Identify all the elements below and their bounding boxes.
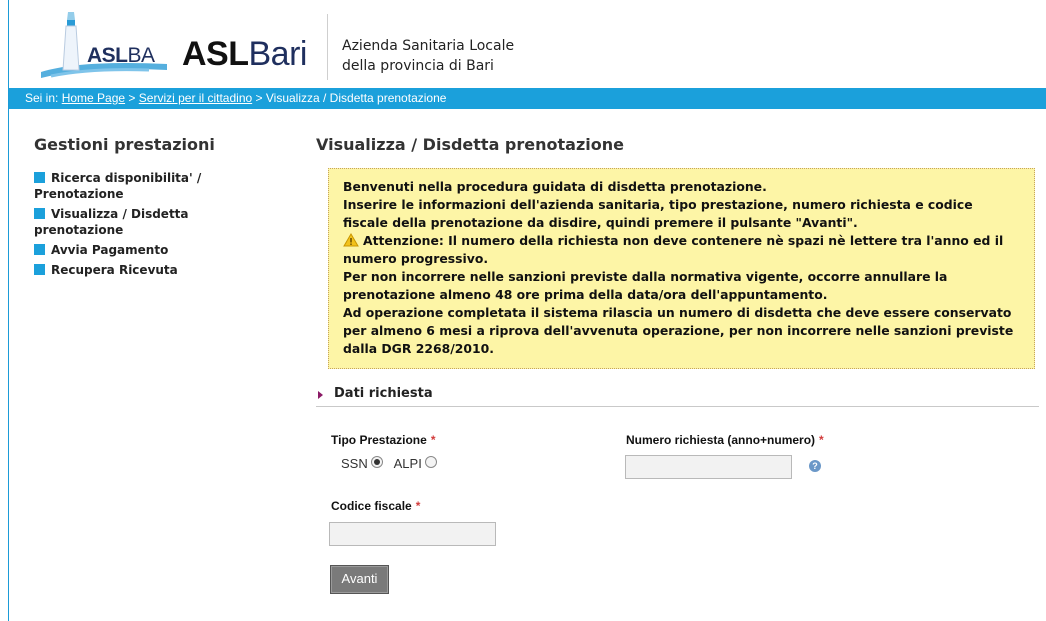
sidebar-item-label: Visualizza / Disdetta prenotazione (34, 207, 189, 237)
square-bullet-icon (34, 244, 45, 255)
sidebar-item-label: Avvia Pagamento (51, 243, 169, 257)
breadcrumb-servizi-link[interactable]: Servizi per il cittadino (139, 91, 252, 105)
codice-fiscale-label: Codice fiscale * (331, 499, 420, 513)
square-bullet-icon (34, 208, 45, 219)
tipo-prestazione-radio-group: SSN ALPI (341, 456, 445, 471)
sidebar-item-label: Recupera Ricevuta (51, 263, 178, 277)
sidebar-item-visualizza[interactable]: Visualizza / Disdetta prenotazione (34, 206, 249, 238)
azienda-line-2: della provincia di Bari (342, 58, 494, 74)
breadcrumb-home-link[interactable]: Home Page (62, 91, 125, 105)
info-notice: Benvenuti nella procedura guidata di dis… (328, 168, 1035, 369)
header-divider (327, 14, 328, 80)
sidebar-item-ricerca[interactable]: Ricerca disponibilita' / Prenotazione (34, 170, 249, 202)
ssn-radio-label: SSN (341, 456, 368, 471)
notice-paragraph: Benvenuti nella procedura guidata di dis… (343, 179, 767, 194)
square-bullet-icon (34, 264, 45, 275)
notice-warning: Attenzione: Il numero della richiesta no… (343, 232, 1020, 268)
codice-fiscale-input[interactable] (329, 522, 496, 546)
azienda-line-1: Azienda Sanitaria Locale (342, 38, 515, 54)
sidebar-title: Gestioni prestazioni (34, 135, 215, 154)
notice-paragraph: Ad operazione completata il sistema rila… (343, 305, 1014, 356)
avanti-button[interactable]: Avanti (330, 565, 389, 594)
warning-icon (343, 233, 359, 247)
tipo-prestazione-label-text: Tipo Prestazione (331, 433, 427, 447)
help-icon[interactable]: ? (809, 460, 821, 472)
notice-warning-text: Attenzione: Il numero della richiesta no… (343, 233, 1004, 266)
sidebar-item-ricevuta[interactable]: Recupera Ricevuta (34, 262, 249, 278)
codice-fiscale-label-text: Codice fiscale (331, 499, 412, 513)
site-header: ASLBA ASLBari Azienda Sanitaria Locale d… (9, 0, 1046, 86)
notice-paragraph: Inserire le informazioni dell'azienda sa… (343, 197, 973, 230)
azienda-name: Azienda Sanitaria Locale della provincia… (342, 36, 514, 76)
required-marker: * (819, 433, 824, 447)
breadcrumb-separator: > (128, 91, 136, 105)
notice-paragraph: Per non incorrere nelle sanzioni previst… (343, 269, 948, 302)
numero-richiesta-label-text: Numero richiesta (anno+numero) (626, 433, 816, 447)
breadcrumb-prefix: Sei in: (25, 91, 59, 105)
square-bullet-icon (34, 172, 45, 183)
aslba-logo-text: ASLBA (87, 44, 155, 67)
breadcrumb-separator: > (255, 91, 263, 105)
required-marker: * (415, 499, 421, 513)
breadcrumb-current: Visualizza / Disdetta prenotazione (265, 91, 447, 105)
sidebar-item-pagamento[interactable]: Avvia Pagamento (34, 242, 249, 258)
alpi-radio[interactable] (424, 456, 437, 468)
alpi-radio-label: ALPI (393, 456, 422, 471)
page-frame: ASLBA ASLBari Azienda Sanitaria Locale d… (8, 0, 1046, 621)
numero-richiesta-label: Numero richiesta (anno+numero) * (626, 433, 824, 447)
tipo-prestazione-label: Tipo Prestazione * (331, 433, 435, 447)
numero-richiesta-input[interactable] (625, 455, 792, 479)
section-title: Dati richiesta (334, 386, 433, 401)
sidebar-item-label: Ricerca disponibilita' / Prenotazione (34, 171, 202, 201)
triangle-right-icon (318, 391, 323, 399)
required-marker: * (430, 433, 436, 447)
aslbari-logo-text: ASLBari (182, 35, 307, 73)
ssn-radio[interactable] (370, 456, 383, 468)
breadcrumb: Sei in: Home Page > Servizi per il citta… (9, 88, 1046, 109)
page-title: Visualizza / Disdetta prenotazione (316, 135, 624, 154)
section-dati-richiesta: Dati richiesta (316, 386, 1039, 407)
sidebar-nav: Ricerca disponibilita' / Prenotazione Vi… (34, 170, 249, 282)
